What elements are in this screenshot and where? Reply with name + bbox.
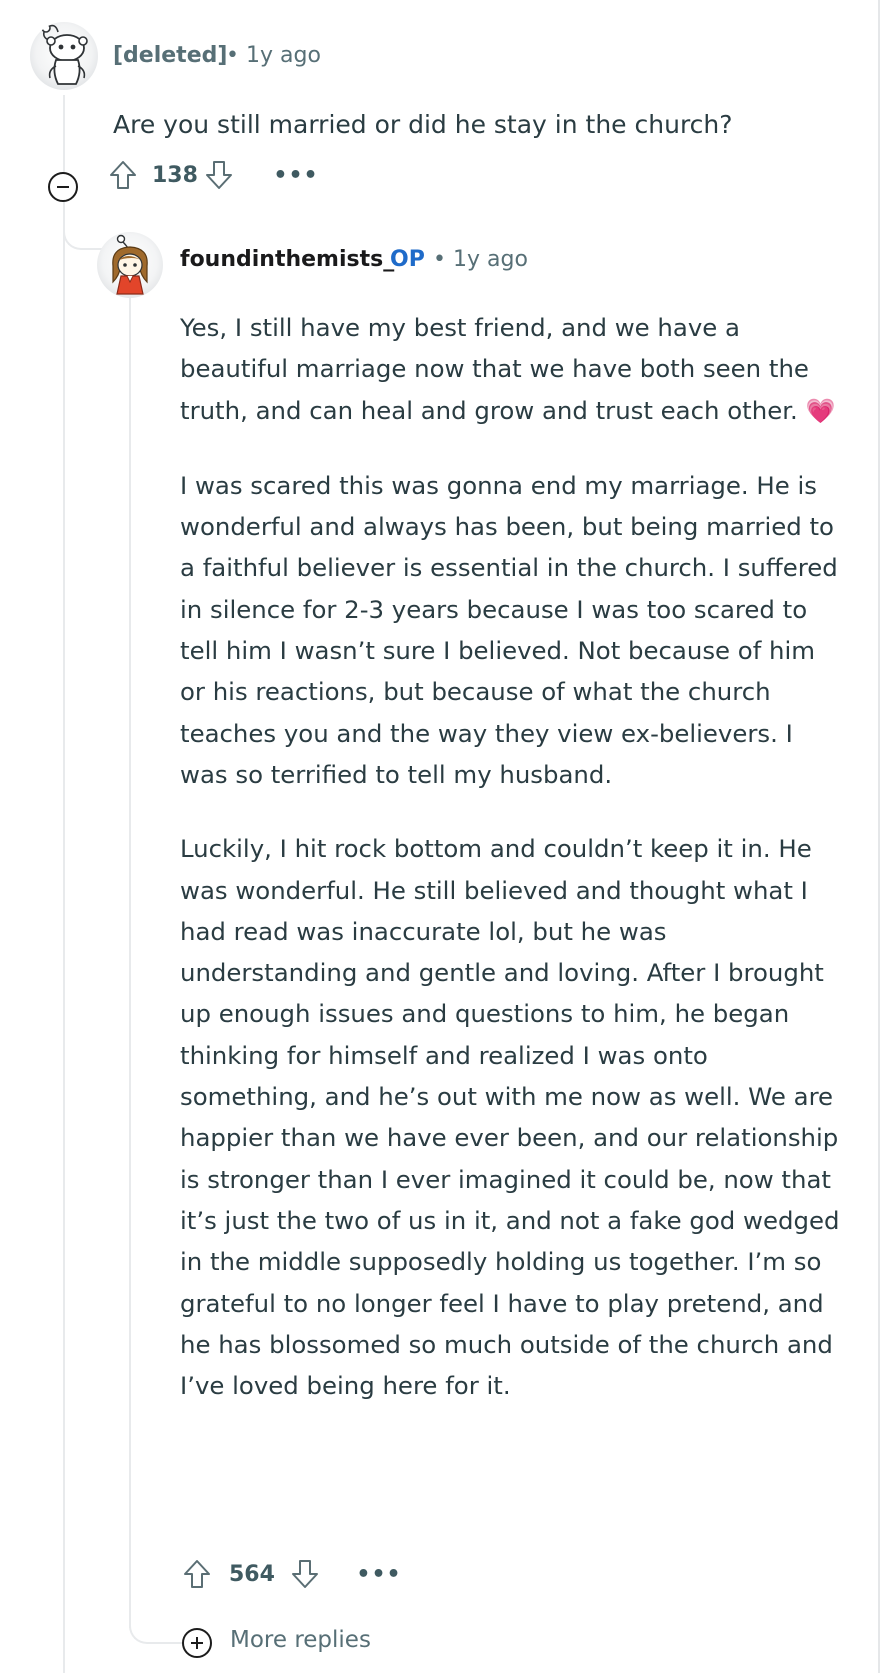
- collapse-thread-button[interactable]: [48, 172, 78, 202]
- more-replies-button[interactable]: [182, 1628, 212, 1658]
- avatar[interactable]: [97, 232, 163, 298]
- op-badge: OP: [390, 247, 425, 272]
- collapse-minus-icon: [57, 186, 69, 188]
- thread-connector-reply: [63, 200, 103, 250]
- heart-emoji: 💗: [805, 396, 836, 425]
- upvote-arrow-icon: [184, 1560, 210, 1588]
- more-options-button[interactable]: •••: [273, 165, 317, 187]
- vote-score: 564: [229, 1562, 275, 1587]
- reddit-snoo-avatar-icon: [41, 23, 88, 85]
- comment-timestamp[interactable]: 1y ago: [246, 43, 321, 68]
- comment-author[interactable]: foundinthemists_: [180, 247, 394, 272]
- more-options-button[interactable]: •••: [356, 1564, 400, 1586]
- upvote-button[interactable]: [107, 158, 139, 192]
- avatar[interactable]: [30, 22, 98, 90]
- comment-paragraph: Yes, I still have my best friend, and we…: [180, 307, 840, 432]
- meta-separator: •: [433, 247, 446, 272]
- thread-connector-more-replies: [129, 1594, 183, 1644]
- comment-body: Yes, I still have my best friend, and we…: [180, 307, 840, 1406]
- comment-paragraph: Luckily, I hit rock bottom and couldn’t …: [180, 834, 840, 1401]
- downvote-button[interactable]: [203, 158, 235, 192]
- downvote-button[interactable]: [289, 1557, 321, 1591]
- comment-author[interactable]: [deleted]: [113, 43, 227, 68]
- upvote-arrow-icon: [110, 161, 136, 189]
- thread-line-reply[interactable]: [129, 288, 131, 1628]
- downvote-arrow-icon: [206, 161, 232, 189]
- comment-body: Are you still married or did he stay in …: [113, 110, 733, 139]
- more-replies-link[interactable]: More replies: [230, 1627, 371, 1653]
- downvote-arrow-icon: [292, 1560, 318, 1588]
- upvote-button[interactable]: [181, 1557, 213, 1591]
- paragraph-text: Yes, I still have my best friend, and we…: [180, 313, 809, 425]
- comment-timestamp[interactable]: 1y ago: [453, 247, 528, 272]
- meta-separator: •: [226, 43, 239, 68]
- thread-line-parent[interactable]: [63, 95, 65, 1673]
- plus-circle-icon: [191, 1637, 203, 1649]
- reddit-custom-avatar-icon: [112, 234, 148, 295]
- vote-score: 138: [152, 163, 198, 188]
- comment-paragraph: I was scared this was gonna end my marri…: [180, 470, 838, 789]
